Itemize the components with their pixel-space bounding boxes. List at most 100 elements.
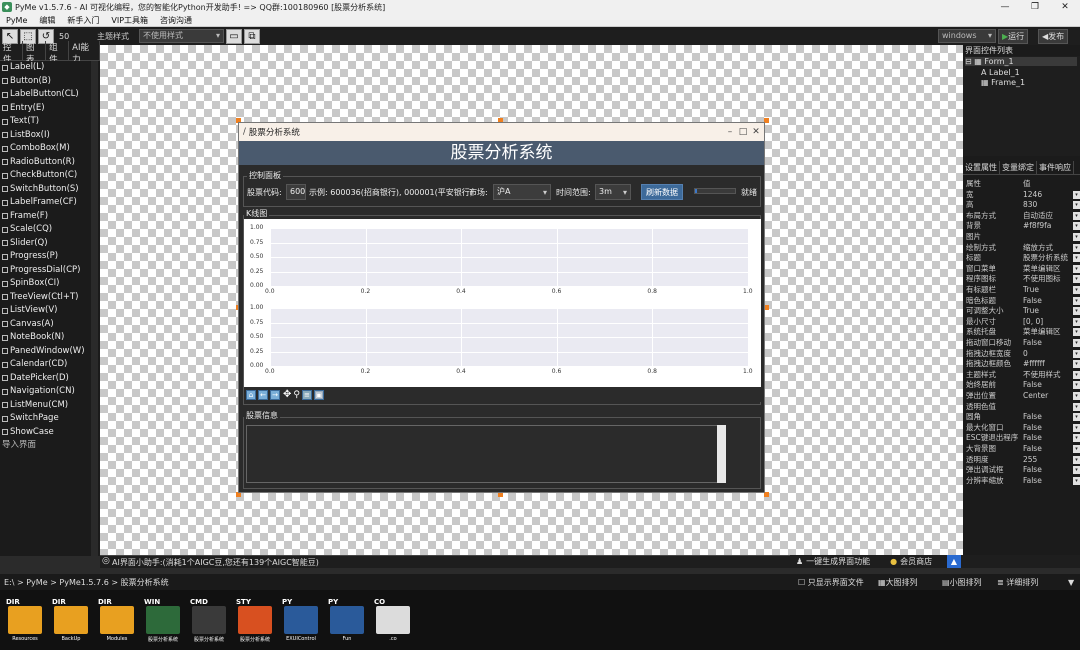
- file-item[interactable]: CO .co: [374, 598, 412, 642]
- property-row[interactable]: 布局方式 自动适应 ▾: [963, 211, 1080, 222]
- property-row[interactable]: 最大化窗口 False ▾: [963, 423, 1080, 434]
- widget-item[interactable]: Button(B): [0, 75, 100, 89]
- property-value[interactable]: True: [1023, 285, 1071, 296]
- view-option-detail[interactable]: ≣ 详细排列: [997, 577, 1038, 588]
- close-icon[interactable]: ✕: [1050, 0, 1080, 14]
- property-row[interactable]: 窗口菜单 菜单编辑区 ▾: [963, 264, 1080, 275]
- view-option-large[interactable]: ▦大图排列: [878, 577, 918, 588]
- file-item[interactable]: DIR Modules: [98, 598, 136, 642]
- property-row[interactable]: 系统托盘 菜单编辑区 ▾: [963, 327, 1080, 338]
- property-value[interactable]: False: [1023, 444, 1071, 455]
- property-value[interactable]: False: [1023, 433, 1071, 444]
- property-dropdown-icon[interactable]: ▾: [1073, 328, 1080, 337]
- property-row[interactable]: 暗色标题 False ▾: [963, 296, 1080, 307]
- property-row[interactable]: 弹出调试框 False ▾: [963, 465, 1080, 476]
- property-dropdown-icon[interactable]: ▾: [1073, 370, 1080, 379]
- property-dropdown-icon[interactable]: ▾: [1073, 190, 1080, 199]
- form-maximize-icon[interactable]: □: [736, 123, 750, 141]
- menu-vip-tools[interactable]: VIP工具箱: [105, 15, 154, 26]
- property-value[interactable]: False: [1023, 338, 1071, 349]
- view-option-ui-only[interactable]: ☐ 只显示界面文件: [798, 577, 864, 588]
- widget-item[interactable]: Progress(P): [0, 250, 100, 264]
- property-value[interactable]: [0, 0]: [1023, 317, 1071, 328]
- property-value[interactable]: False: [1023, 465, 1071, 476]
- zoom-icon[interactable]: ⚲: [293, 390, 300, 400]
- widget-item[interactable]: SwitchButton(S): [0, 183, 100, 197]
- property-row[interactable]: 程序图标 不使用图标 ▾: [963, 274, 1080, 285]
- tab-variable-binding[interactable]: 变量绑定: [1000, 161, 1037, 174]
- widget-item[interactable]: CheckButton(C): [0, 169, 100, 183]
- range-select[interactable]: 3m: [595, 184, 631, 200]
- file-item[interactable]: PY Fun: [328, 598, 366, 642]
- property-row[interactable]: 有标题栏 True ▾: [963, 285, 1080, 296]
- widget-item[interactable]: NoteBook(N): [0, 331, 100, 345]
- property-row[interactable]: 拖动窗口移动 False ▾: [963, 338, 1080, 349]
- file-item[interactable]: CMD 股票分析系统: [190, 598, 228, 643]
- property-dropdown-icon[interactable]: ▾: [1073, 201, 1080, 210]
- property-value[interactable]: False: [1023, 423, 1071, 434]
- property-dropdown-icon[interactable]: ▾: [1073, 445, 1080, 453]
- forward-icon[interactable]: →: [270, 389, 280, 400]
- property-value[interactable]: True: [1023, 306, 1071, 317]
- property-row[interactable]: 属性 值: [963, 179, 1080, 190]
- widget-item[interactable]: DatePicker(D): [0, 372, 100, 386]
- property-row[interactable]: 标题 股票分析系统 ▾: [963, 253, 1080, 264]
- property-row[interactable]: 高 830 ▾: [963, 200, 1080, 211]
- widget-item[interactable]: SwitchPage: [0, 412, 100, 426]
- generate-ui-button[interactable]: 一键生成界面功能: [806, 556, 870, 567]
- property-row[interactable]: 图片 ▾: [963, 232, 1080, 243]
- widget-item[interactable]: Text(T): [0, 115, 100, 129]
- widget-item[interactable]: Navigation(CN): [0, 385, 100, 399]
- widget-item[interactable]: ListMenu(CM): [0, 399, 100, 413]
- property-dropdown-icon[interactable]: ▾: [1073, 264, 1080, 273]
- property-dropdown-icon[interactable]: ▾: [1073, 466, 1080, 475]
- platform-select[interactable]: windows: [938, 29, 996, 43]
- property-dropdown-icon[interactable]: ▾: [1073, 233, 1080, 241]
- property-row[interactable]: 弹出位置 Center ▾: [963, 391, 1080, 402]
- property-row[interactable]: 拖拽边框宽度 0 ▾: [963, 349, 1080, 360]
- plot-area[interactable]: [270, 228, 749, 287]
- minimize-icon[interactable]: —: [990, 0, 1020, 14]
- property-row[interactable]: 宽 1246 ▾: [963, 190, 1080, 201]
- pan-icon[interactable]: ✥: [283, 389, 291, 400]
- property-dropdown-icon[interactable]: ▾: [1073, 211, 1080, 220]
- property-dropdown-icon[interactable]: ▾: [1073, 222, 1080, 231]
- widget-item[interactable]: 导入界面: [0, 439, 100, 453]
- widget-item[interactable]: Label(L): [0, 61, 100, 75]
- widget-list-scrollbar[interactable]: [91, 61, 98, 556]
- widget-item[interactable]: LabelFrame(CF): [0, 196, 100, 210]
- preview-icon[interactable]: ▭: [226, 28, 242, 44]
- property-value[interactable]: 不使用图标: [1023, 274, 1071, 285]
- property-value[interactable]: 0: [1023, 349, 1071, 360]
- widget-item[interactable]: PanedWindow(W): [0, 345, 100, 359]
- kline-chart[interactable]: 0.0 0.2 0.4 0.6 0.8 1.0 0.00 0.25 0.50 0.75 1.00 0.…: [244, 219, 761, 387]
- property-value[interactable]: False: [1023, 476, 1071, 487]
- widget-item[interactable]: Calendar(CD): [0, 358, 100, 372]
- property-dropdown-icon[interactable]: ▾: [1073, 434, 1080, 443]
- tab-events[interactable]: 事件响应: [1037, 161, 1074, 174]
- path-breadcrumb[interactable]: E:\ > PyMe > PyMe1.5.7.6 > 股票分析系统: [4, 577, 169, 588]
- form-preview[interactable]: / 股票分析系统 – □ ✕ 股票分析系统 控制面板 股票代码: 600 示例:…: [238, 122, 765, 493]
- property-dropdown-icon[interactable]: ▾: [1073, 296, 1080, 305]
- menu-pyme[interactable]: PyMe: [0, 16, 33, 25]
- home-icon[interactable]: ⌂: [246, 389, 256, 400]
- property-dropdown-icon[interactable]: ▾: [1073, 381, 1080, 390]
- property-value[interactable]: 不使用样式: [1023, 370, 1071, 381]
- widget-item[interactable]: RadioButton(R): [0, 156, 100, 170]
- expand-up-icon[interactable]: ▲: [947, 555, 961, 568]
- property-value[interactable]: False: [1023, 380, 1071, 391]
- widget-item[interactable]: ListView(V): [0, 304, 100, 318]
- ai-assist-text[interactable]: AI界面小助手:(消耗1个AIGC豆,您还有139个AIGC智能豆): [112, 557, 319, 568]
- widget-item[interactable]: Slider(Q): [0, 237, 100, 251]
- plot-area[interactable]: [270, 308, 749, 367]
- configure-icon[interactable]: ≡: [301, 389, 312, 400]
- theme-select[interactable]: 不使用样式: [139, 29, 224, 43]
- property-dropdown-icon[interactable]: ▾: [1073, 275, 1080, 284]
- property-value[interactable]: False: [1023, 296, 1071, 307]
- property-dropdown-icon[interactable]: ▾: [1073, 413, 1080, 422]
- property-row[interactable]: 拖拽边框颜色 #ffffff ▾: [963, 359, 1080, 370]
- property-dropdown-icon[interactable]: ▾: [1073, 476, 1080, 485]
- property-dropdown-icon[interactable]: ▾: [1073, 423, 1080, 432]
- property-row[interactable]: 主题样式 不使用样式 ▾: [963, 370, 1080, 381]
- property-dropdown-icon[interactable]: ▾: [1073, 243, 1080, 252]
